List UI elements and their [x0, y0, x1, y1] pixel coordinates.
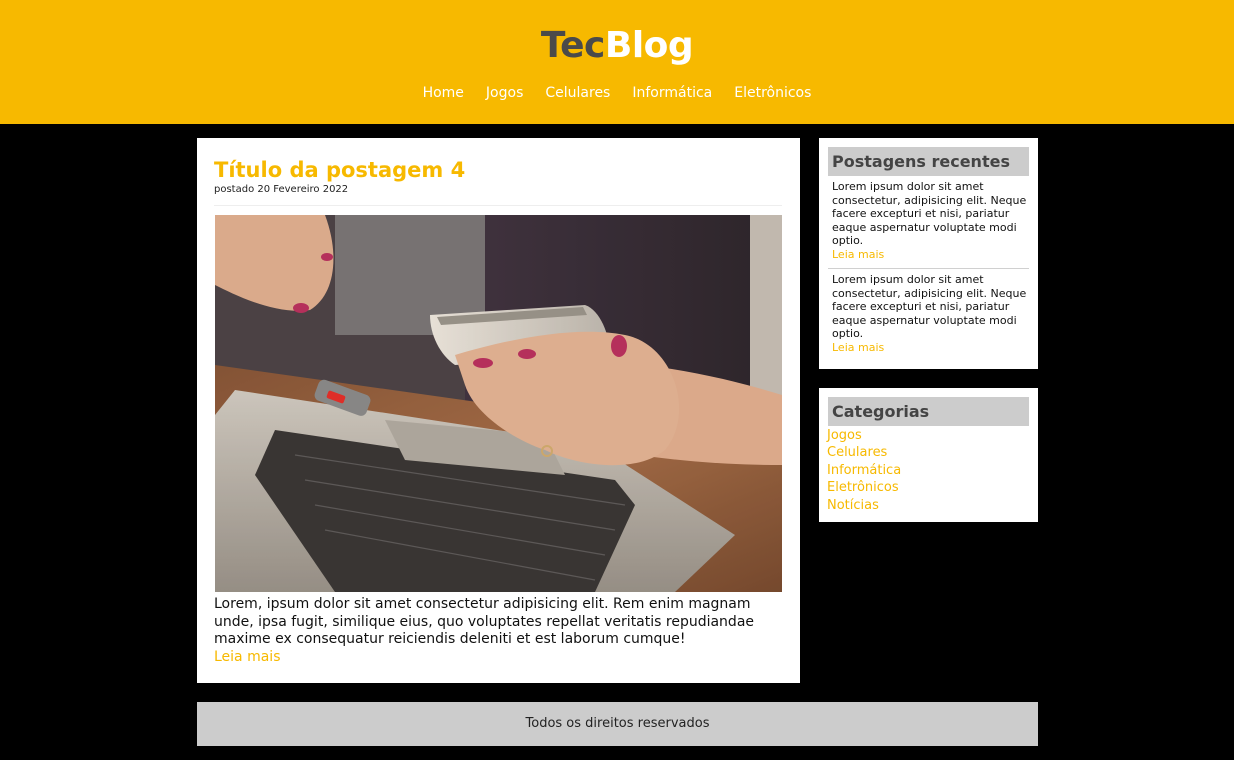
footer-copyright: Todos os direitos reservados: [525, 716, 710, 731]
site-logo[interactable]: TecBlog: [0, 24, 1234, 68]
category-item: Jogos: [827, 427, 901, 444]
category-link-eletronicos[interactable]: Eletrônicos: [827, 480, 899, 495]
recent-post-item: Lorem ipsum dolor sit amet consectetur, …: [832, 273, 1027, 355]
recent-post-read-more[interactable]: Leia mais: [832, 341, 1027, 355]
recent-post-item: Lorem ipsum dolor sit amet consectetur, …: [832, 180, 1027, 262]
post-image: [215, 215, 782, 592]
recent-post-read-more[interactable]: Leia mais: [832, 248, 1027, 262]
categories-widget: Categorias Jogos Celulares Informática E…: [819, 388, 1038, 522]
category-link-jogos[interactable]: Jogos: [827, 428, 862, 443]
post-card: Título da postagem 4 postado 20 Fevereir…: [197, 138, 800, 683]
category-item: Notícias: [827, 497, 901, 514]
site-footer: Todos os direitos reservados: [197, 702, 1038, 746]
nav-jogos[interactable]: Jogos: [486, 82, 523, 104]
post-divider: [214, 205, 782, 206]
main-nav: Home Jogos Celulares Informática Eletrônicos: [0, 82, 1234, 104]
recent-posts-title: Postagens recentes: [828, 147, 1029, 176]
nav-eletronicos[interactable]: Eletrônicos: [734, 82, 811, 104]
recent-divider: [828, 268, 1029, 269]
recent-post-excerpt: Lorem ipsum dolor sit amet consectetur, …: [832, 273, 1027, 341]
logo-text-blog: Blog: [604, 25, 694, 66]
nav-informatica[interactable]: Informática: [632, 82, 712, 104]
nav-celulares[interactable]: Celulares: [545, 82, 610, 104]
category-link-noticias[interactable]: Notícias: [827, 498, 879, 513]
recent-post-excerpt: Lorem ipsum dolor sit amet consectetur, …: [832, 180, 1027, 248]
recent-posts-widget: Postagens recentes Lorem ipsum dolor sit…: [819, 138, 1038, 369]
nav-home[interactable]: Home: [423, 82, 464, 104]
post-excerpt: Lorem, ipsum dolor sit amet consectetur …: [214, 596, 755, 647]
category-link-informatica[interactable]: Informática: [827, 463, 901, 478]
category-item: Informática: [827, 462, 901, 479]
logo-text-tec: Tec: [540, 25, 606, 66]
post-date: postado 20 Fevereiro 2022: [214, 184, 349, 195]
post-read-more-link[interactable]: Leia mais: [214, 648, 281, 666]
category-item: Eletrônicos: [827, 479, 901, 496]
categories-title: Categorias: [828, 397, 1029, 426]
site-header: TecBlog Home Jogos Celulares Informática Ele…: [0, 0, 1234, 124]
category-item: Celulares: [827, 444, 901, 461]
category-link-celulares[interactable]: Celulares: [827, 445, 887, 460]
post-title[interactable]: Título da postagem 4: [214, 157, 465, 183]
categories-list: Jogos Celulares Informática Eletrônicos …: [827, 427, 901, 514]
